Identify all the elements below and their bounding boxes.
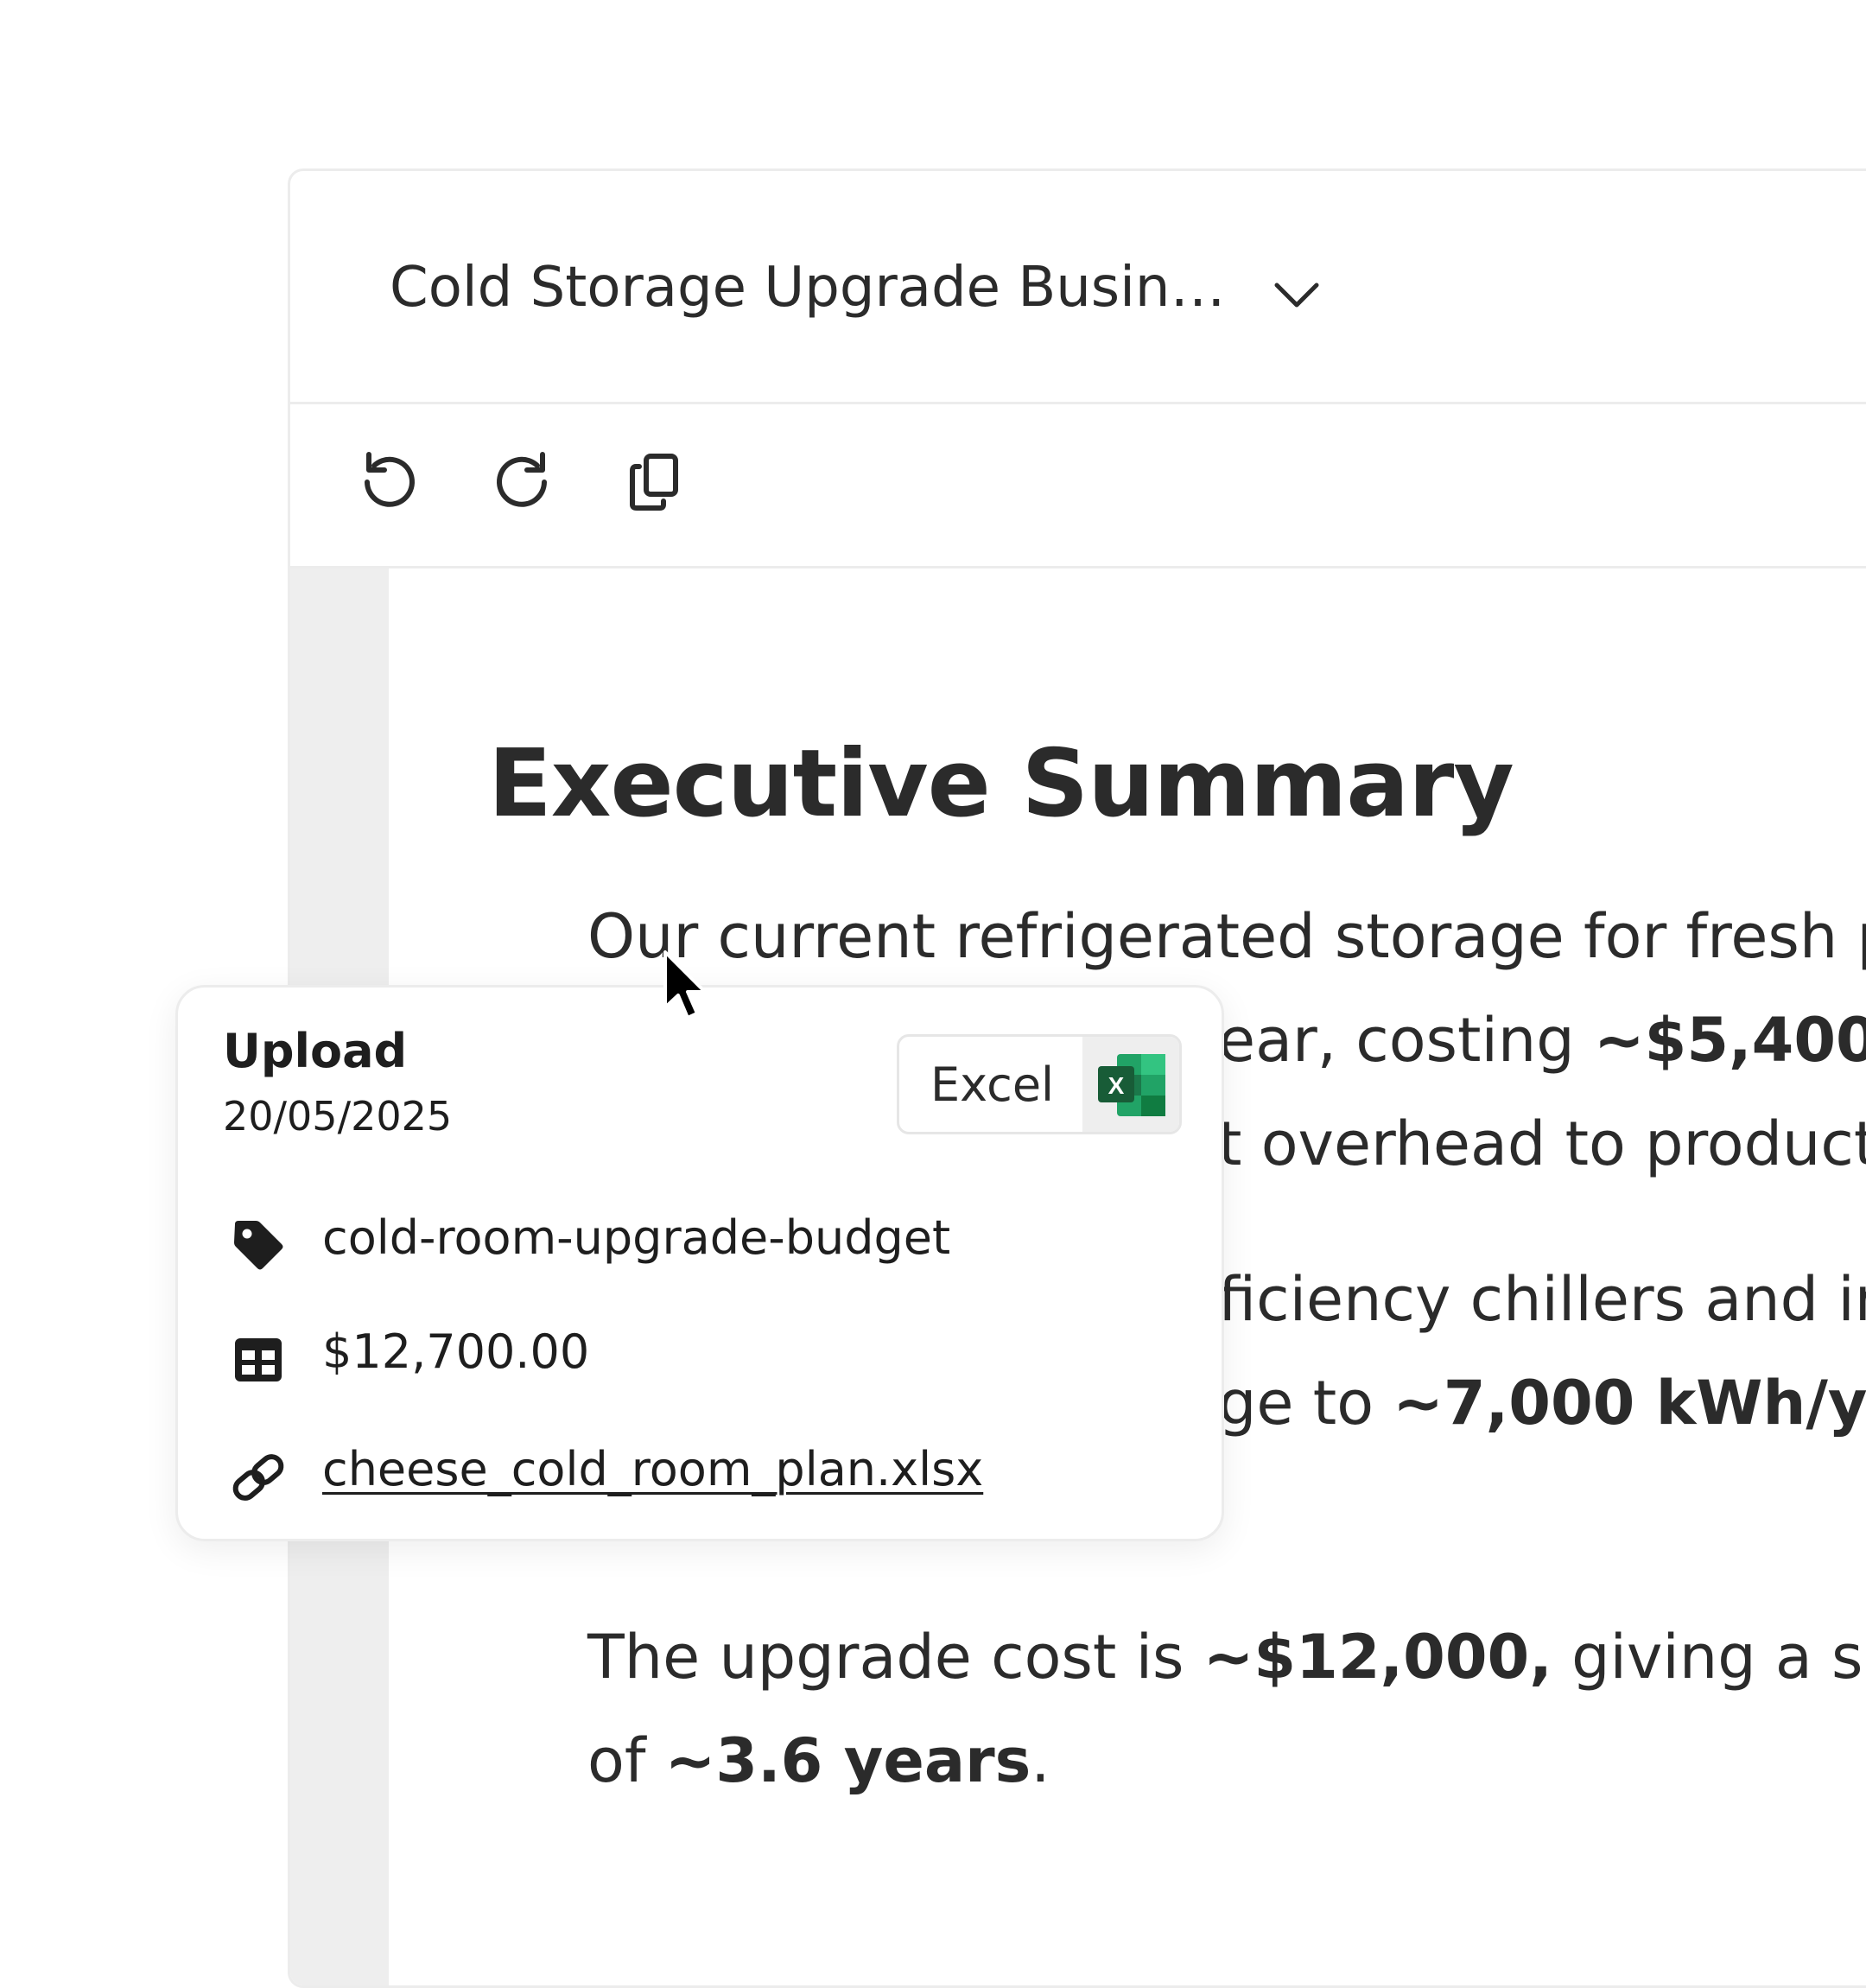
- paragraph-line: of ~3.6 years.: [587, 1725, 1050, 1796]
- source-label: Excel: [930, 1058, 1055, 1112]
- excel-icon: X: [1098, 1054, 1165, 1116]
- chevron-down-icon[interactable]: [1266, 264, 1327, 325]
- table-icon: [235, 1338, 282, 1381]
- upload-date: 20/05/2025: [223, 1093, 453, 1140]
- link-icon: [232, 1454, 284, 1501]
- source-chip[interactable]: Excel X: [897, 1034, 1182, 1134]
- undo-icon[interactable]: [355, 448, 424, 517]
- upload-popup: Upload 20/05/2025 Excel X cold-room-upgr…: [175, 985, 1224, 1541]
- section-heading: Executive Summary: [488, 730, 1514, 838]
- paragraph-line: ficiency chillers and in: [1218, 1264, 1866, 1335]
- svg-text:X: X: [1108, 1072, 1125, 1099]
- paragraph-line: Our current refrigerated storage for fre…: [587, 901, 1866, 972]
- mouse-cursor-icon: [663, 950, 707, 1019]
- budget-tag: cold-room-upgrade-budget: [322, 1210, 951, 1265]
- paragraph-line: ear, costing ~$5,400 in: [1218, 1005, 1866, 1076]
- upload-title: Upload: [223, 1024, 408, 1078]
- toolbar: [290, 404, 1866, 568]
- paragraph-line: t overhead to product: [1218, 1108, 1866, 1179]
- redo-icon[interactable]: [487, 448, 556, 517]
- source-icon-box: X: [1082, 1037, 1179, 1132]
- paragraph-line: ge to ~7,000 kWh/ye: [1218, 1368, 1866, 1439]
- paragraph-line: The upgrade cost is ~$12,000, giving a s…: [587, 1622, 1866, 1693]
- tag-icon: [234, 1221, 283, 1270]
- budget-amount: $12,700.00: [322, 1324, 590, 1379]
- title-bar: Cold Storage Upgrade Busin…: [290, 171, 1866, 404]
- copy-icon[interactable]: [620, 448, 689, 517]
- file-link[interactable]: cheese_cold_room_plan.xlsx: [322, 1442, 983, 1496]
- document-title[interactable]: Cold Storage Upgrade Busin…: [390, 256, 1225, 320]
